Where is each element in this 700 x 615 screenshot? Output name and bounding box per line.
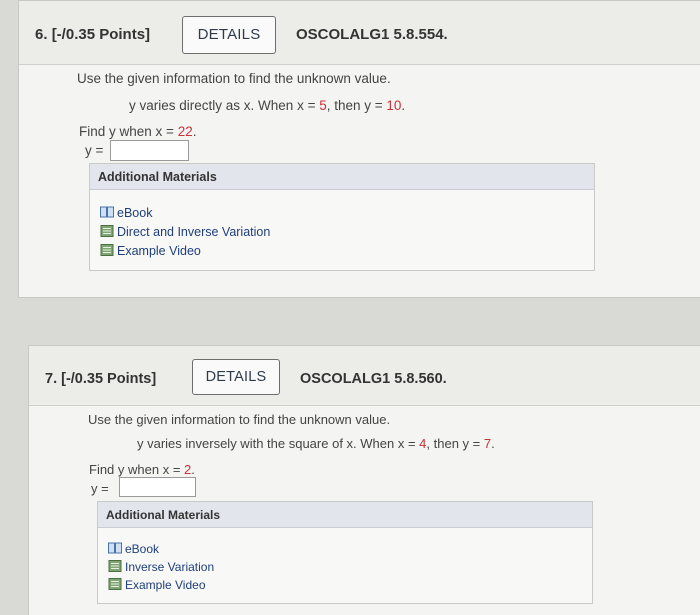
resource-link-inverse-variation[interactable]: Inverse Variation <box>108 560 214 574</box>
question-reference: OSCOLALG1 5.8.560. <box>300 371 447 387</box>
video-icon <box>100 244 114 256</box>
video-icon <box>108 578 122 590</box>
additional-materials-title: Additional Materials <box>98 502 592 528</box>
instruction-text: Use the given information to find the un… <box>77 71 391 86</box>
question-points: [-/0.35 Points] <box>61 371 157 387</box>
details-button[interactable]: DETAILS <box>192 359 280 395</box>
question-header-7: 7. [-/0.35 Points] DETAILS OSCOLALG1 5.8… <box>29 346 700 406</box>
answer-input[interactable] <box>119 477 196 497</box>
answer-label: y = <box>91 481 109 496</box>
resource-link-ebook[interactable]: eBook <box>108 542 159 556</box>
problem-statement: y varies inversely with the square of x.… <box>137 436 495 451</box>
resource-link-ebook[interactable]: eBook <box>100 206 152 220</box>
resource-link-direct-inverse-variation[interactable]: Direct and Inverse Variation <box>100 225 270 239</box>
resource-label: Direct and Inverse Variation <box>117 225 271 239</box>
find-statement: Find y when x = 2. <box>89 462 195 477</box>
given-y-value: 10 <box>386 98 402 113</box>
instruction-text: Use the given information to find the un… <box>88 412 391 427</box>
question-number: 7. [-/0.35 Points] <box>45 371 157 387</box>
details-button[interactable]: DETAILS <box>182 16 276 54</box>
find-statement: Find y when x = 22. <box>79 124 197 139</box>
answer-label: y = <box>85 143 104 158</box>
resource-link-example-video[interactable]: Example Video <box>108 578 206 592</box>
answer-input[interactable] <box>110 140 189 161</box>
question-number: 6. [-/0.35 Points] <box>35 26 151 43</box>
given-x-value: 5 <box>319 98 327 113</box>
resource-label: eBook <box>117 206 153 220</box>
additional-materials-panel: Additional Materials eBook Direct and In… <box>89 163 595 271</box>
question-reference: OSCOLALG1 5.8.554. <box>296 26 448 43</box>
book-icon <box>100 206 114 218</box>
question-card-6: 6. [-/0.35 Points] DETAILS OSCOLALG1 5.8… <box>18 0 700 298</box>
book-icon <box>108 542 122 554</box>
resource-label: Example Video <box>125 578 206 592</box>
question-points: [-/0.35 Points] <box>51 26 151 43</box>
additional-materials-title: Additional Materials <box>90 164 594 190</box>
document-icon <box>100 225 114 237</box>
additional-materials-panel: Additional Materials eBook Inverse Varia… <box>97 501 593 604</box>
question-card-7: 7. [-/0.35 Points] DETAILS OSCOLALG1 5.8… <box>28 345 700 615</box>
problem-statement: y varies directly as x. When x = 5, then… <box>129 98 406 113</box>
resource-link-example-video[interactable]: Example Video <box>100 244 201 258</box>
find-x-value: 22 <box>177 124 193 139</box>
question-header-6: 6. [-/0.35 Points] DETAILS OSCOLALG1 5.8… <box>19 1 700 65</box>
document-icon <box>108 560 122 572</box>
resource-label: Inverse Variation <box>125 560 215 574</box>
resource-label: Example Video <box>117 244 201 258</box>
resource-label: eBook <box>125 542 160 556</box>
